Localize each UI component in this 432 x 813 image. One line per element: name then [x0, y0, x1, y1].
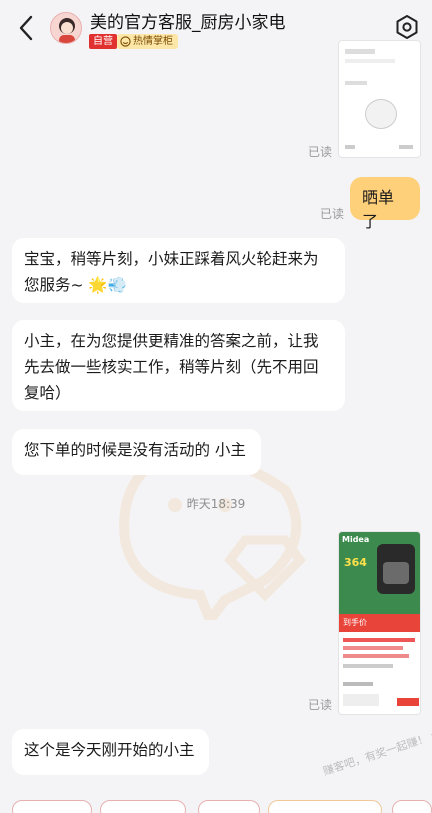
image-line [343, 664, 393, 668]
quick-reply-chip[interactable] [12, 800, 92, 813]
shared-product-image[interactable]: Midea 364 到手价 [338, 531, 421, 715]
price-label: 364 [344, 556, 367, 569]
image-line [343, 646, 403, 650]
received-message[interactable]: 您下单的时候是没有活动的 小主 [12, 429, 261, 475]
quick-reply-chip[interactable] [100, 800, 186, 813]
message-timestamp: 昨天18:39 [186, 497, 246, 511]
image-line [345, 81, 367, 85]
received-message[interactable]: 小主，在为您提供更精准的答案之前，让我先去做一些核实工作，稍等片刻（先不用回复哈… [12, 320, 345, 411]
fryer-window [383, 562, 409, 584]
image-line [345, 59, 395, 63]
image-line [343, 654, 409, 658]
read-receipt: 已读 [320, 207, 345, 221]
hot-seller-label: 热情掌柜 [133, 36, 173, 47]
mascot-icon [365, 99, 397, 129]
quick-reply-bar [0, 800, 432, 813]
received-message[interactable]: 宝宝，稍等片刻，小妹正踩着风火轮赶来为您服务~ 🌟💨 [12, 238, 345, 303]
watermark-logo [119, 453, 306, 620]
smile-icon [120, 36, 131, 47]
shared-image-top[interactable] [338, 40, 421, 158]
shop-title[interactable]: 美的官方客服_厨房小家电 [90, 8, 286, 33]
image-line [345, 145, 355, 149]
price-strip-label: 到手价 [343, 618, 367, 627]
quick-reply-chip[interactable] [392, 800, 432, 813]
received-message[interactable]: 这个是今天刚开始的小主 [12, 729, 209, 775]
image-block [343, 694, 379, 706]
image-line [343, 682, 373, 686]
quick-reply-chip[interactable] [198, 800, 260, 813]
read-receipt: 已读 [308, 145, 333, 159]
hot-seller-badge: 热情掌柜 [117, 34, 178, 49]
brand-label: Midea [342, 535, 370, 544]
self-operated-badge: 自营 [89, 34, 117, 49]
read-receipt: 已读 [308, 698, 333, 712]
image-button [397, 698, 419, 706]
settings-icon[interactable] [394, 14, 420, 40]
quick-reply-chip[interactable] [268, 800, 382, 813]
image-line [345, 49, 375, 54]
image-line [343, 638, 415, 642]
shop-avatar[interactable] [50, 12, 82, 44]
sent-message[interactable]: 晒单了 [350, 177, 420, 231]
image-line [399, 145, 413, 149]
back-icon[interactable] [12, 14, 40, 42]
